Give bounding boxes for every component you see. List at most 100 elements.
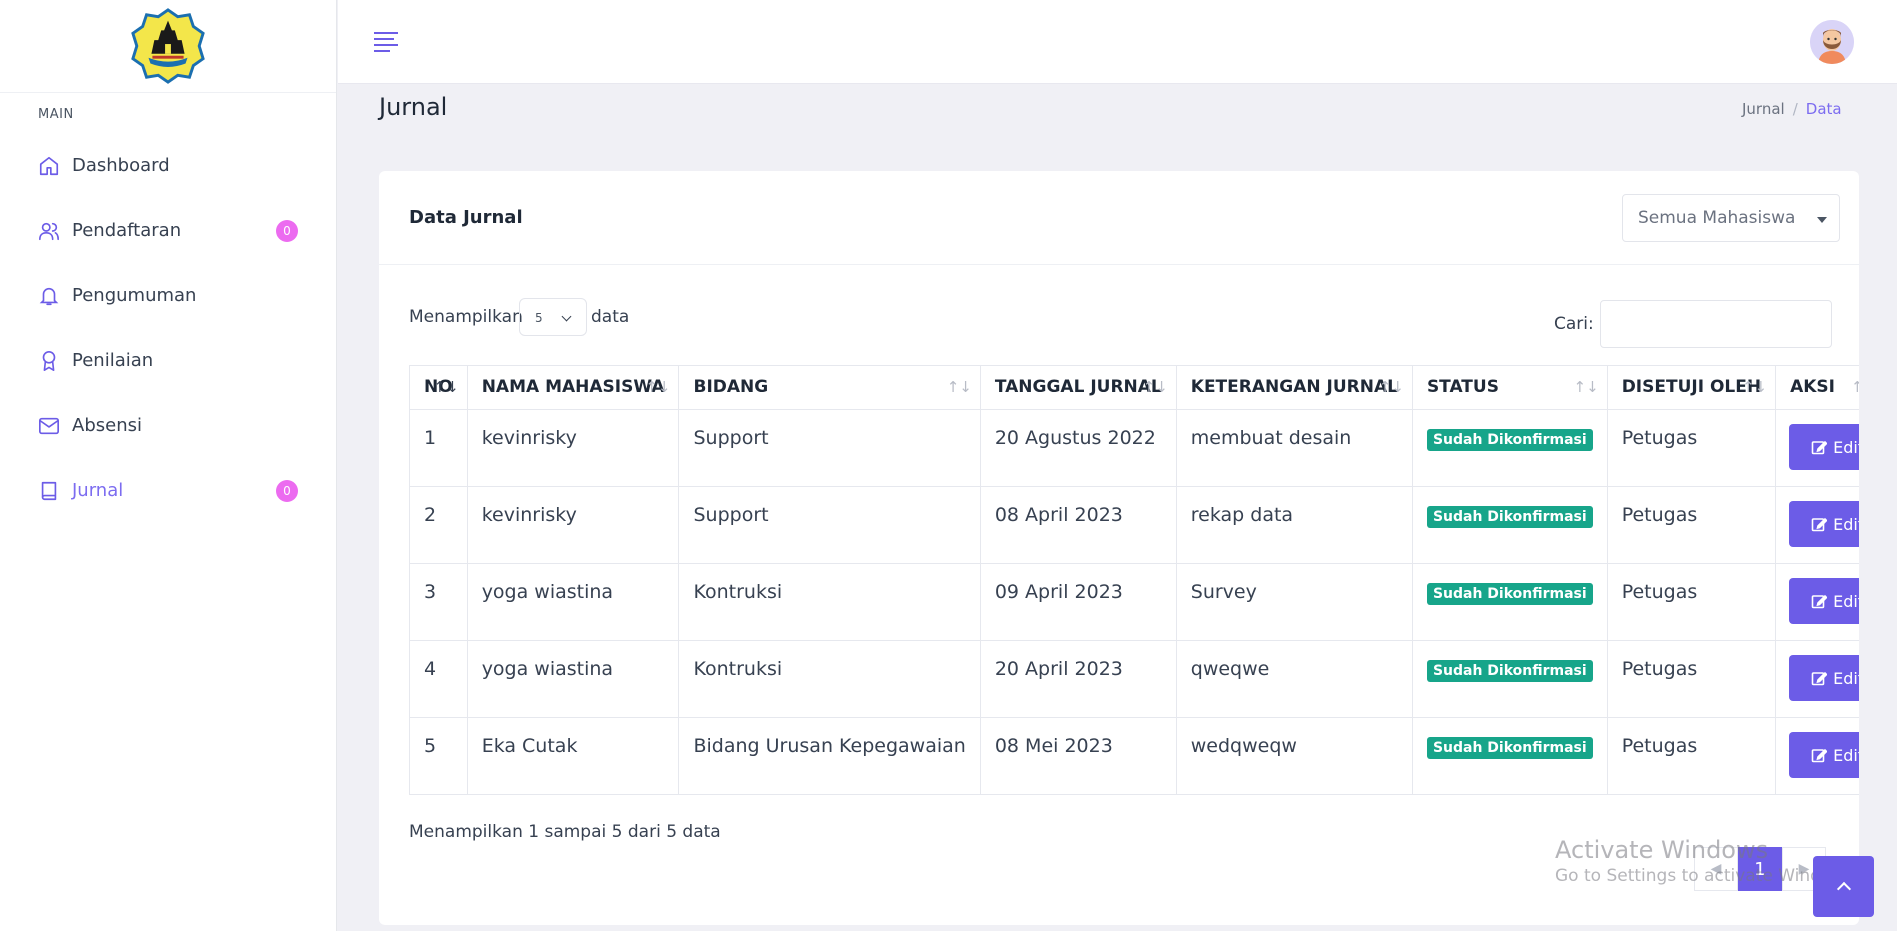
cell-nama: Eka Cutak [466, 717, 680, 795]
cell-nama: kevinrisky [466, 486, 680, 564]
cell-keterangan: rekap data [1175, 486, 1413, 564]
cell-aksi: Edit [1775, 717, 1859, 795]
student-filter-value: Semua Mahasiswa [1638, 208, 1796, 228]
cell-no: 5 [409, 717, 468, 795]
sort-asc-icon: ↑↓ [433, 378, 459, 396]
column-header-status[interactable]: STATUS ↑↓ [1411, 365, 1608, 410]
sidebar-item-penilaian[interactable]: Penilaian [0, 328, 336, 393]
previous-page-icon[interactable]: ◀ [1694, 847, 1738, 891]
back-to-top-button[interactable] [1813, 856, 1874, 917]
cell-no: 3 [409, 563, 468, 641]
table-row: 4 yoga wiastina Kontruksi 20 April 2023 … [409, 640, 1859, 718]
edit-button[interactable]: Edit [1789, 501, 1859, 547]
card-header: Data Jurnal Semua Mahasiswa [379, 171, 1859, 265]
cell-nama: kevinrisky [466, 409, 680, 487]
cell-disetujui: Petugas [1606, 640, 1777, 718]
table-row: 5 Eka Cutak Bidang Urusan Kepegawaian 08… [409, 717, 1859, 795]
topbar [338, 0, 1897, 84]
sidebar-item-dashboard[interactable]: Dashboard [0, 133, 336, 198]
sidebar-item-label: Jurnal [72, 480, 124, 501]
search-label: Cari: [1554, 314, 1594, 334]
table-row: 1 kevinrisky Support 20 Agustus 2022 mem… [409, 409, 1859, 487]
sidebar-item-absensi[interactable]: Absensi [0, 393, 336, 458]
university-crest-logo[interactable] [129, 7, 207, 85]
cell-bidang: Bidang Urusan Kepegawaian [678, 717, 981, 795]
cell-bidang: Support [678, 409, 981, 487]
edit-button[interactable]: Edit [1789, 732, 1859, 778]
journal-table: NO ↑↓ NAMA MAHASISWA ↑↓ BIDANG ↑↓ TANGGAL J… [409, 365, 1859, 795]
cell-tanggal: 08 Mei 2023 [979, 717, 1177, 795]
breadcrumb-current: Data [1805, 100, 1842, 118]
cell-status: Sudah Dikonfirmasi [1411, 640, 1608, 718]
page-title: Jurnal [379, 93, 448, 121]
edit-button[interactable]: Edit [1789, 655, 1859, 701]
status-badge: Sudah Dikonfirmasi [1426, 506, 1593, 528]
caret-down-icon [1817, 217, 1827, 223]
edit-button[interactable]: Edit [1789, 578, 1859, 624]
column-header-nama[interactable]: NAMA MAHASISWA ↑↓ [466, 365, 680, 410]
breadcrumb-link[interactable]: Jurnal [1742, 100, 1785, 118]
cell-tanggal: 08 April 2023 [979, 486, 1177, 564]
table-header-row: NO ↑↓ NAMA MAHASISWA ↑↓ BIDANG ↑↓ TANGGAL J… [409, 365, 1859, 410]
status-badge: Sudah Dikonfirmasi [1426, 737, 1593, 759]
cell-no: 2 [409, 486, 468, 564]
chevron-down-icon [561, 311, 572, 322]
cell-disetujui: Petugas [1606, 486, 1777, 564]
page-length-suffix: data [591, 307, 630, 327]
user-avatar[interactable] [1810, 20, 1854, 64]
column-header-aksi[interactable]: AKSI↑↓ [1775, 365, 1859, 410]
edit-button[interactable]: Edit [1789, 424, 1859, 470]
status-badge: Sudah Dikonfirmasi [1426, 583, 1593, 605]
cell-nama: yoga wiastina [466, 640, 680, 718]
cell-no: 1 [409, 409, 468, 487]
status-badge: Sudah Dikonfirmasi [1426, 660, 1593, 682]
sidebar-item-label: Penilaian [72, 350, 154, 371]
sidebar-item-jurnal[interactable]: Jurnal 0 [0, 458, 336, 523]
page-length-select[interactable]: 5 [519, 298, 587, 336]
sidebar-item-pengumuman[interactable]: Pengumuman [0, 263, 336, 328]
bell-icon [38, 285, 60, 307]
sidebar-item-label: Pengumuman [72, 285, 197, 306]
cell-status: Sudah Dikonfirmasi [1411, 717, 1608, 795]
cell-keterangan: membuat desain [1175, 409, 1413, 487]
sidebar-heading: MAIN [38, 107, 74, 122]
search-input[interactable] [1600, 300, 1832, 348]
student-filter-select[interactable]: Semua Mahasiswa [1622, 194, 1840, 242]
edit-icon [1811, 747, 1828, 763]
cell-aksi: Edit [1775, 563, 1859, 641]
chevron-up-icon [1836, 881, 1851, 897]
edit-icon [1811, 593, 1828, 609]
book-icon [38, 480, 60, 502]
home-icon [38, 155, 60, 177]
journal-card: Data Jurnal Semua Mahasiswa Menampilkan … [379, 171, 1859, 925]
cell-status: Sudah Dikonfirmasi [1411, 486, 1608, 564]
hamburger-icon[interactable] [374, 32, 398, 52]
cell-status: Sudah Dikonfirmasi [1411, 563, 1608, 641]
cell-tanggal: 20 Agustus 2022 [979, 409, 1177, 487]
breadcrumb-separator: / [1792, 100, 1798, 118]
sidebar-item-pendaftaran[interactable]: Pendaftaran 0 [0, 198, 336, 263]
users-icon [38, 220, 60, 242]
sort-icon: ↑↓ [1142, 378, 1168, 396]
column-header-tanggal[interactable]: TANGGAL JURNAL ↑↓ [979, 365, 1177, 410]
mail-icon [38, 415, 60, 437]
award-icon [38, 350, 60, 372]
sort-icon: ↑↓ [946, 378, 972, 396]
sidebar-item-label: Absensi [72, 415, 142, 436]
page-number-current[interactable]: 1 [1738, 847, 1782, 891]
edit-icon [1811, 439, 1828, 455]
sort-icon: ↑↓ [1378, 378, 1404, 396]
count-badge: 0 [276, 479, 298, 502]
journal-table-wrap: NO ↑↓ NAMA MAHASISWA ↑↓ BIDANG ↑↓ TANGGAL J… [409, 365, 1859, 796]
cell-aksi: Edit [1775, 409, 1859, 487]
column-header-disetujui[interactable]: DISETUJI OLEH ↑↓ [1606, 365, 1777, 410]
sidebar: MAIN Dashboard Pendaftaran 0 Pengumuman … [0, 0, 337, 931]
cell-aksi: Edit [1775, 486, 1859, 564]
logo-area [0, 0, 336, 93]
column-header-bidang[interactable]: BIDANG ↑↓ [678, 365, 981, 410]
sidebar-item-label: Dashboard [72, 155, 170, 176]
cell-bidang: Kontruksi [678, 640, 981, 718]
column-header-keterangan[interactable]: KETERANGAN JURNAL ↑↓ [1175, 365, 1413, 410]
edit-icon [1811, 670, 1828, 686]
column-header-no[interactable]: NO ↑↓ [409, 365, 468, 410]
